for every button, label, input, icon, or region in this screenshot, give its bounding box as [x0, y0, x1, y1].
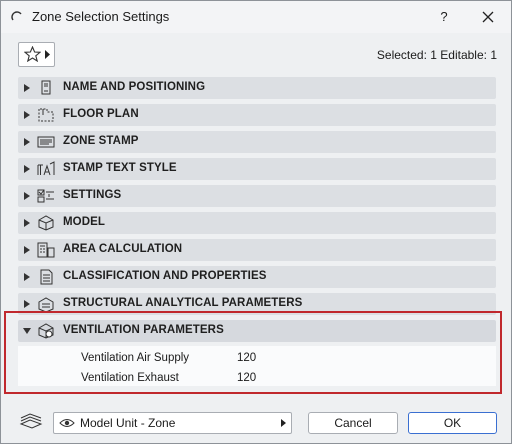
panel-label: FLOOR PLAN [63, 108, 139, 120]
expand-arrow-icon [24, 273, 30, 281]
model-unit-dropdown[interactable]: Model Unit - Zone [53, 412, 292, 434]
area-calculation-icon [37, 242, 55, 258]
selection-count: Selected: 1 Editable: 1 [376, 48, 497, 62]
star-icon [24, 46, 41, 62]
panel-floor-plan[interactable]: FLOOR PLAN [18, 104, 496, 126]
expand-arrow-icon [24, 192, 30, 200]
eye-icon [59, 419, 75, 427]
panel-stamp-text-style[interactable]: STAMP TEXT STYLE [18, 158, 496, 180]
panel-area-calculation[interactable]: AREA CALCULATION [18, 239, 496, 261]
panel-settings[interactable]: SETTINGS [18, 185, 496, 207]
panel-zone-stamp[interactable]: ZONE STAMP [18, 131, 496, 153]
favorites-button[interactable] [18, 42, 55, 67]
layers-icon[interactable] [18, 412, 44, 432]
panel-classification-and-properties[interactable]: CLASSIFICATION AND PROPERTIES [18, 266, 496, 288]
expand-arrow-icon [24, 246, 30, 254]
panel-label: STRUCTURAL ANALYTICAL PARAMETERS [63, 297, 303, 309]
panel-label: SETTINGS [63, 189, 122, 201]
app-icon [11, 11, 22, 21]
model-unit-label: Model Unit - Zone [80, 416, 176, 430]
panel-label: CLASSIFICATION AND PROPERTIES [63, 270, 267, 282]
cancel-button[interactable]: Cancel [308, 412, 398, 434]
model-icon [38, 215, 54, 231]
caret-right-icon [45, 50, 50, 59]
window-title: Zone Selection Settings [32, 9, 170, 24]
structural-icon [38, 297, 54, 312]
close-icon[interactable] [475, 5, 501, 29]
zone-stamp-icon [37, 136, 55, 148]
expand-arrow-icon [24, 300, 30, 308]
panel-label: ZONE STAMP [63, 135, 139, 147]
expand-arrow-icon [24, 111, 30, 119]
ok-button[interactable]: OK [408, 412, 497, 434]
highlight-frame [4, 311, 502, 394]
panel-label: NAME AND POSITIONING [63, 81, 206, 93]
expand-arrow-icon [24, 165, 30, 173]
floor-plan-icon [38, 108, 54, 122]
panel-label: AREA CALCULATION [63, 243, 183, 255]
name-positioning-icon [41, 80, 51, 95]
stamp-text-style-icon [37, 161, 55, 176]
classification-icon [40, 269, 53, 285]
panel-model[interactable]: MODEL [18, 212, 496, 234]
panel-label: STAMP TEXT STYLE [63, 162, 177, 174]
title-bar: Zone Selection Settings ? [1, 1, 511, 33]
expand-arrow-icon [24, 138, 30, 146]
caret-right-icon [281, 419, 286, 427]
panel-name-and-positioning[interactable]: NAME AND POSITIONING [18, 77, 496, 99]
panel-label: MODEL [63, 216, 106, 228]
expand-arrow-icon [24, 84, 30, 92]
help-button[interactable]: ? [431, 5, 457, 29]
settings-icon [37, 189, 54, 203]
expand-arrow-icon [24, 219, 30, 227]
dialog-window: Zone Selection Settings ? Selected: 1 Ed… [0, 0, 512, 444]
